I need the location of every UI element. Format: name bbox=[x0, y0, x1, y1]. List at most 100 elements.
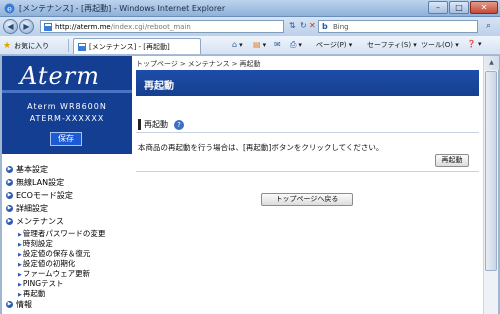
rss-icon: ▤ bbox=[253, 40, 261, 49]
logo-underline bbox=[2, 90, 132, 93]
sidebar-item-1-label: 無線LAN設定 bbox=[16, 178, 65, 187]
page-menu[interactable]: ページ(P) ▾ bbox=[316, 40, 352, 50]
section-heading: 再起動 ? bbox=[138, 119, 184, 130]
restart-button[interactable]: 再起動 bbox=[435, 154, 469, 167]
search-input[interactable]: b Bing bbox=[318, 20, 478, 33]
sidebar-item-4-label: メンテナンス bbox=[16, 217, 64, 226]
favorites-button[interactable]: ★ お気に入り bbox=[3, 39, 49, 52]
sidebar-subitem-5-label: PINGテスト bbox=[22, 279, 64, 288]
address-toolbar: ◀ ▶ http://aterm.me/index.cgi/reboot_mai… bbox=[0, 17, 500, 36]
back-button[interactable]: ◀ bbox=[3, 19, 18, 34]
forward-button[interactable]: ▶ bbox=[19, 19, 34, 34]
printer-icon: ⎙ bbox=[290, 40, 297, 49]
sidebar: Aterm Aterm WR8600N ATERM-XXXXXX 保存 ▶ 基本設… bbox=[2, 56, 132, 314]
bing-icon: b bbox=[322, 22, 328, 31]
menu-bullet-icon: ▶ bbox=[6, 166, 13, 173]
back-to-top-button[interactable]: トップページへ戻る bbox=[261, 193, 353, 206]
print-button[interactable]: ⎙ ▾ bbox=[290, 40, 302, 50]
address-url: http://aterm.me/index.cgi/reboot_main bbox=[55, 23, 191, 31]
internet-explorer-icon: e bbox=[4, 3, 15, 14]
close-button[interactable]: ✕ bbox=[470, 1, 498, 14]
help-icon[interactable]: ? bbox=[174, 119, 184, 130]
sidebar-subitem-0[interactable]: ▶管理者パスワードの変更 bbox=[2, 228, 132, 238]
maximize-button[interactable]: □ bbox=[449, 1, 469, 14]
model-name: Aterm WR8600N bbox=[27, 102, 107, 111]
read-mail-button[interactable]: ✉ bbox=[274, 40, 281, 49]
menu-bullet-icon: ▶ bbox=[6, 179, 13, 186]
sidebar-subitem-4-label: ファームウェア更新 bbox=[22, 269, 91, 278]
section-marker bbox=[138, 119, 141, 130]
brand-panel: Aterm Aterm WR8600N ATERM-XXXXXX 保存 bbox=[2, 56, 132, 154]
favorites-star-icon: ★ bbox=[3, 40, 12, 51]
refresh-icon[interactable]: ↻ bbox=[300, 21, 307, 30]
page-header: 再起動 bbox=[136, 70, 479, 96]
sidebar-item-4[interactable]: ▶ メンテナンス bbox=[2, 215, 132, 228]
sidebar-item-info-label: 情報 bbox=[16, 300, 32, 309]
menu-bullet-icon: ▶ bbox=[6, 205, 13, 212]
search-placeholder: Bing bbox=[333, 23, 349, 31]
sidebar-subitem-2[interactable]: ▶設定値の保存＆復元 bbox=[2, 248, 132, 258]
home-button[interactable]: ⌂ ▾ bbox=[232, 40, 243, 49]
breadcrumb: トップページ > メンテナンス > 再起動 bbox=[136, 60, 261, 68]
window-titlebar: e [メンテナンス] - [再起動] - Windows Internet Ex… bbox=[0, 0, 500, 17]
sidebar-item-2-label: ECOモード設定 bbox=[16, 191, 73, 200]
sidebar-subitem-4[interactable]: ▶ファームウェア更新 bbox=[2, 268, 132, 278]
save-button[interactable]: 保存 bbox=[50, 132, 82, 146]
sidebar-subitem-5[interactable]: ▶PINGテスト bbox=[2, 278, 132, 288]
vertical-scrollbar[interactable]: ▲ bbox=[483, 56, 499, 314]
divider bbox=[136, 132, 479, 133]
menu-bullet-icon: ▶ bbox=[6, 301, 13, 308]
scrollbar-thumb[interactable] bbox=[485, 71, 497, 271]
home-icon: ⌂ bbox=[232, 40, 238, 49]
mail-icon: ✉ bbox=[274, 40, 281, 49]
address-bar[interactable]: http://aterm.me/index.cgi/reboot_main bbox=[40, 20, 284, 33]
search-icon[interactable]: ⌕ bbox=[481, 20, 496, 33]
tab-favicon-icon bbox=[78, 42, 86, 51]
separator bbox=[68, 39, 69, 52]
sidebar-item-0-label: 基本設定 bbox=[16, 165, 48, 174]
window-title: [メンテナンス] - [再起動] - Windows Internet Expl… bbox=[19, 4, 226, 13]
page-title: 再起動 bbox=[144, 81, 174, 92]
page-viewport: Aterm Aterm WR8600N ATERM-XXXXXX 保存 ▶ 基本設… bbox=[2, 56, 483, 314]
menu-bullet-icon: ▶ bbox=[6, 192, 13, 199]
breadcrumb-top[interactable]: トップページ bbox=[136, 60, 178, 68]
device-serial: ATERM-XXXXXX bbox=[29, 114, 105, 123]
sidebar-item-2[interactable]: ▶ ECOモード設定 bbox=[2, 189, 132, 202]
sidebar-item-info[interactable]: ▶ 情報 bbox=[2, 298, 132, 311]
sidebar-item-0[interactable]: ▶ 基本設定 bbox=[2, 163, 132, 176]
sidebar-subitem-6[interactable]: ▶再起動 bbox=[2, 288, 132, 298]
sidebar-subitem-1[interactable]: ▶時刻設定 bbox=[2, 238, 132, 248]
sidebar-subitem-2-label: 設定値の保存＆復元 bbox=[22, 249, 91, 258]
sidebar-item-3[interactable]: ▶ 詳細設定 bbox=[2, 202, 132, 215]
sidebar-menu: ▶ 基本設定 ▶ 無線LAN設定 ▶ ECOモード設定 ▶ 詳細設定 ▶ メンテナンス ▶管理者パス… bbox=[2, 163, 132, 311]
help-menu[interactable]: ❓ ▾ bbox=[467, 40, 481, 48]
tab-label: [メンテナンス] - [再起動] bbox=[89, 42, 170, 51]
restart-description: 本商品の再起動を行う場合は、[再起動]ボタンをクリックしてください。 bbox=[138, 143, 384, 152]
tools-menu[interactable]: ツール(O) ▾ bbox=[421, 40, 459, 50]
browser-tab[interactable]: [メンテナンス] - [再起動] bbox=[73, 38, 201, 54]
stop-icon[interactable]: ✕ bbox=[309, 21, 316, 30]
svg-text:e: e bbox=[7, 5, 12, 14]
minimize-button[interactable]: – bbox=[428, 1, 448, 14]
divider bbox=[136, 171, 479, 172]
sidebar-subitem-3-label: 設定値の初期化 bbox=[22, 259, 76, 268]
sidebar-subitem-3[interactable]: ▶設定値の初期化 bbox=[2, 258, 132, 268]
sidebar-item-1[interactable]: ▶ 無線LAN設定 bbox=[2, 176, 132, 189]
submenu-arrow-icon: ▶ bbox=[18, 292, 22, 298]
safety-menu[interactable]: セーフティ(S) ▾ bbox=[367, 40, 417, 50]
compatibility-icon[interactable]: ⇅ bbox=[289, 21, 296, 30]
window-controls: – □ ✕ bbox=[428, 1, 498, 14]
sidebar-item-3-label: 詳細設定 bbox=[16, 204, 48, 213]
scroll-up-icon[interactable]: ▲ bbox=[484, 56, 499, 70]
page-favicon-icon bbox=[44, 23, 52, 31]
menu-bullet-icon: ▶ bbox=[6, 218, 13, 225]
feeds-button[interactable]: ▤ ▾ bbox=[253, 40, 266, 49]
favorites-label: お気に入り bbox=[14, 41, 50, 50]
sidebar-subitem-0-label: 管理者パスワードの変更 bbox=[22, 229, 106, 238]
command-bar: ★ お気に入り [メンテナンス] - [再起動] ⌂ ▾ ▤ ▾ ✉ ⎙ ▾ ページ(… bbox=[0, 36, 500, 55]
breadcrumb-maintenance[interactable]: メンテナンス bbox=[188, 60, 230, 68]
aterm-logo: Aterm bbox=[20, 62, 100, 90]
sidebar-subitem-1-label: 時刻設定 bbox=[22, 239, 53, 248]
main-content: トップページ > メンテナンス > 再起動 再起動 再起動 ? 本商品の再起動を行う場合… bbox=[136, 56, 479, 314]
breadcrumb-current: 再起動 bbox=[239, 60, 261, 68]
